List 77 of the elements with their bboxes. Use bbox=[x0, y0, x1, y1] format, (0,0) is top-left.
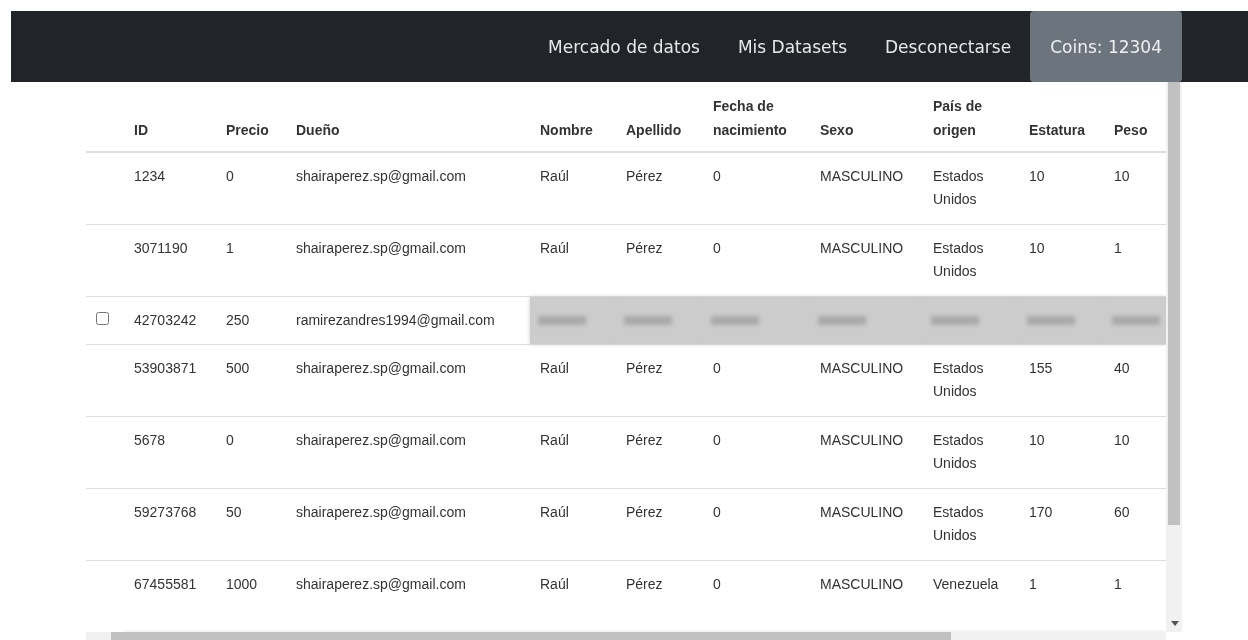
table-cell: Raúl bbox=[540, 168, 569, 184]
table-cell: 60 bbox=[1114, 503, 1130, 520]
column-header: ID bbox=[134, 122, 148, 139]
table-cell: Pérez bbox=[626, 168, 663, 184]
table-cell: 67455581 bbox=[134, 575, 197, 592]
table-cell: 0 bbox=[226, 431, 234, 448]
table-cell: MASCULINO bbox=[820, 503, 904, 520]
column-header: Dueño bbox=[296, 122, 340, 139]
table-cell: 0 bbox=[713, 239, 721, 256]
column-header: País de origen bbox=[933, 98, 983, 139]
table-cell: Raúl bbox=[540, 359, 569, 376]
table-cell: Pérez bbox=[626, 431, 663, 448]
table-cell: 5678 bbox=[134, 431, 166, 448]
table-cell: 42703242 bbox=[134, 311, 197, 328]
table-cell: MASCULINO bbox=[820, 431, 904, 448]
table-cell: 50 bbox=[226, 503, 242, 520]
table-cell: Estados Unidos bbox=[933, 431, 984, 471]
column-header: Apellido bbox=[626, 122, 682, 139]
table-cell: ramirezandres1994@gmail.com bbox=[296, 311, 495, 328]
table-cell: Estados Unidos bbox=[933, 239, 984, 279]
table-cell: Raúl bbox=[540, 431, 569, 448]
table-cell: 10 bbox=[1029, 168, 1045, 184]
table-cell: Estados Unidos bbox=[933, 168, 984, 207]
column-header: Fecha de nacimiento bbox=[713, 98, 787, 139]
table-cell: 1000 bbox=[226, 575, 258, 592]
table-cell: Venezuela bbox=[933, 575, 999, 592]
table-cell: 0 bbox=[713, 431, 721, 448]
table-cell: Raúl bbox=[540, 503, 569, 520]
table-cell: 500 bbox=[226, 359, 250, 376]
table-cell: 0 bbox=[713, 503, 721, 520]
table-cell: shairaperez.sp@gmail.com bbox=[296, 359, 466, 376]
table-cell: shairaperez.sp@gmail.com bbox=[296, 239, 466, 256]
table-cell: 1 bbox=[1114, 575, 1122, 592]
column-header: Sexo bbox=[820, 122, 854, 139]
table-cell: MASCULINO bbox=[820, 575, 904, 592]
table-cell: 3071190 bbox=[134, 239, 188, 256]
table-cell: 1 bbox=[226, 239, 234, 256]
table-cell: MASCULINO bbox=[820, 168, 904, 184]
nav-link[interactable]: Mercado de datos bbox=[529, 11, 719, 82]
table-cell: 0 bbox=[713, 168, 721, 184]
table-cell: shairaperez.sp@gmail.com bbox=[296, 575, 466, 592]
table-cell: 1234 bbox=[134, 168, 166, 184]
table-cell: Pérez bbox=[626, 503, 663, 520]
table-cell: MASCULINO bbox=[820, 359, 904, 376]
coins-badge: Coins: 12304 bbox=[1030, 11, 1182, 82]
column-header: Estatura bbox=[1029, 122, 1086, 139]
table-cell: 0 bbox=[713, 575, 721, 592]
column-header: Peso bbox=[1114, 122, 1148, 139]
table-cell: 10 bbox=[1029, 431, 1045, 448]
table-cell: shairaperez.sp@gmail.com bbox=[296, 431, 466, 448]
table-cell: 10 bbox=[1029, 239, 1045, 256]
table-cell: 155 bbox=[1029, 359, 1053, 376]
table-cell: Raúl bbox=[540, 239, 569, 256]
nav-link[interactable]: Mis Datasets bbox=[718, 11, 867, 82]
table-cell: 0 bbox=[713, 359, 721, 376]
table-cell: 1 bbox=[1114, 239, 1122, 256]
table-cell: 250 bbox=[226, 311, 250, 328]
column-header: Nombre bbox=[540, 122, 593, 139]
column-header: Precio bbox=[226, 122, 269, 139]
table-cell: MASCULINO bbox=[820, 239, 904, 256]
table-cell: 53903871 bbox=[134, 359, 197, 376]
table-cell: Pérez bbox=[626, 575, 663, 592]
table-cell: 10 bbox=[1114, 168, 1130, 184]
table-cell: 0 bbox=[226, 168, 234, 184]
table-cell: 1 bbox=[1029, 575, 1037, 592]
table-cell: Pérez bbox=[626, 239, 663, 256]
table-cell: Raúl bbox=[540, 575, 569, 592]
table-cell: 170 bbox=[1029, 503, 1053, 520]
table-cell: Estados Unidos bbox=[933, 359, 984, 399]
table-cell: 40 bbox=[1114, 359, 1130, 376]
table-cell: 10 bbox=[1114, 431, 1130, 448]
table-cell: shairaperez.sp@gmail.com bbox=[296, 168, 466, 184]
table-cell: shairaperez.sp@gmail.com bbox=[296, 503, 466, 520]
table-cell: Pérez bbox=[626, 359, 663, 376]
table-cell: Estados Unidos bbox=[933, 503, 984, 543]
table-cell: 59273768 bbox=[134, 503, 197, 520]
nav-link[interactable]: Desconectarse bbox=[866, 11, 1031, 82]
